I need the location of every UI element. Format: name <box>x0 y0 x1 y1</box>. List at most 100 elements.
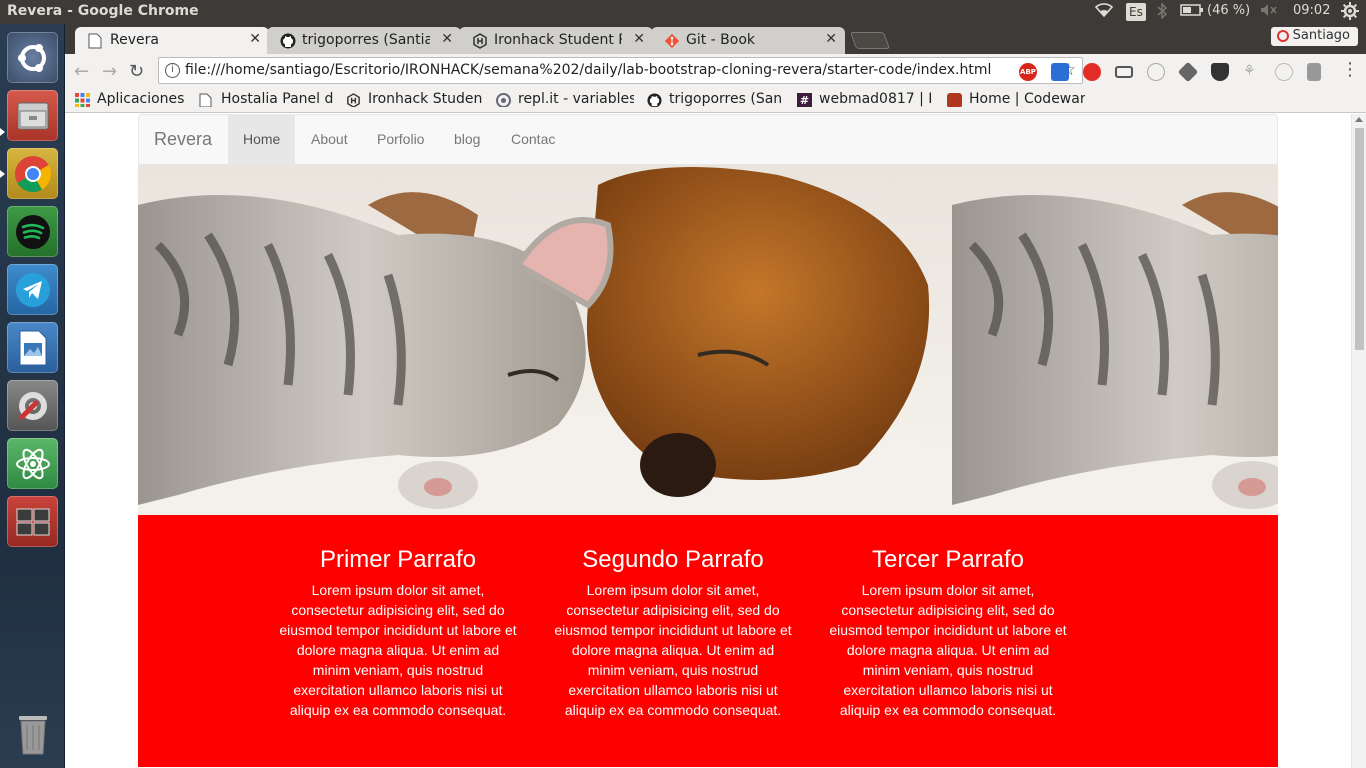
libreoffice-impress-icon[interactable] <box>7 322 58 373</box>
bookmark-slack[interactable]: # webmad0817 | Ir <box>797 91 933 107</box>
running-indicator <box>0 128 5 136</box>
session-gear-icon[interactable] <box>1341 2 1359 24</box>
bluetooth-icon[interactable] <box>1157 2 1168 23</box>
github-icon <box>280 33 296 49</box>
tab-git-book[interactable]: Git - Book ✕ <box>651 27 845 54</box>
vertical-scrollbar[interactable] <box>1351 114 1366 768</box>
nav-link-contac[interactable]: Contac <box>496 115 570 165</box>
clock[interactable]: 09:02 <box>1293 3 1330 18</box>
revera-site: Revera Home About Porfolio blog Contac P… <box>138 114 1278 767</box>
extension-box-icon[interactable] <box>1307 63 1321 81</box>
cast-extension-icon[interactable] <box>1115 66 1133 78</box>
tab-strip: Revera ✕ trigoporres (Santia ✕ Ironhack … <box>65 24 1366 54</box>
tab-label: trigoporres (Santia <box>302 32 430 48</box>
battery-percent: (46 %) <box>1207 3 1251 18</box>
trash-icon[interactable] <box>7 708 58 759</box>
nav-link-porfolio[interactable]: Porfolio <box>362 115 439 165</box>
profile-name: Santiago <box>1292 28 1350 43</box>
adblock-plus-icon[interactable]: ABP <box>1019 63 1037 81</box>
keyboard-layout-indicator[interactable]: Es <box>1126 3 1146 21</box>
close-tab-icon[interactable]: ✕ <box>249 31 261 47</box>
page-icon <box>199 93 214 107</box>
column-title: Tercer Parrafo <box>871 546 1025 573</box>
address-text: file:///home/santiago/Escritorio/IRONHAC… <box>185 62 992 78</box>
back-arrow-icon[interactable]: ← <box>74 61 89 82</box>
extension-tree-icon[interactable]: ⚘ <box>1243 63 1261 81</box>
battery-icon[interactable] <box>1180 3 1204 21</box>
page-icon <box>88 33 104 49</box>
bookmark-hostalia[interactable]: Hostalia Panel d <box>199 91 333 107</box>
layers-extension-icon[interactable] <box>1177 61 1199 83</box>
tab-label: Ironhack Student P <box>494 32 622 48</box>
close-tab-icon[interactable]: ✕ <box>441 31 453 47</box>
extension-moon-icon[interactable] <box>1275 63 1293 81</box>
info-icon[interactable]: i <box>165 63 180 78</box>
feature-column-1: Primer Parrafo Lorem ipsum dolor sit ame… <box>278 546 518 720</box>
volume-muted-icon[interactable] <box>1260 3 1278 21</box>
tab-revera[interactable]: Revera ✕ <box>75 27 269 54</box>
nav-link-about[interactable]: About <box>296 115 363 165</box>
workspace-switcher-icon[interactable] <box>7 496 58 547</box>
nav-link-home[interactable]: Home <box>228 115 296 165</box>
tab-label: Git - Book <box>686 32 756 48</box>
column-title: Primer Parrafo <box>319 546 477 573</box>
site-navbar: Revera Home About Porfolio blog Contac <box>138 114 1278 165</box>
close-tab-icon[interactable]: ✕ <box>633 31 645 47</box>
files-icon[interactable] <box>7 90 58 141</box>
nav-link-blog[interactable]: blog <box>439 115 495 165</box>
forward-arrow-icon[interactable]: → <box>102 61 117 82</box>
bookmark-label: trigoporres (San <box>669 91 783 107</box>
ubuntu-dash-icon[interactable] <box>7 32 58 83</box>
bookmarks-bar: Aplicaciones Hostalia Panel d Ironhack S… <box>65 88 1366 113</box>
extension-circle-icon[interactable] <box>1147 63 1165 81</box>
profile-icon <box>1276 30 1289 42</box>
wifi-icon[interactable] <box>1094 3 1114 21</box>
reload-icon[interactable]: ↻ <box>129 61 144 82</box>
top-panel: Revera - Google Chrome Es (46 %) 09:02 <box>0 0 1366 24</box>
telegram-icon[interactable] <box>7 264 58 315</box>
slack-icon: # <box>797 93 812 107</box>
new-tab-button[interactable] <box>849 32 891 49</box>
window-title: Revera - Google Chrome <box>7 3 199 19</box>
system-settings-icon[interactable] <box>7 380 58 431</box>
tab-github[interactable]: trigoporres (Santia ✕ <box>267 27 461 54</box>
profile-button[interactable]: Santiago <box>1270 27 1358 46</box>
bookmark-label: Hostalia Panel d <box>221 91 333 107</box>
page-viewport: Revera Home About Porfolio blog Contac P… <box>65 114 1351 768</box>
site-brand[interactable]: Revera <box>154 129 212 150</box>
ironhack-icon <box>472 33 488 49</box>
apps-grid-icon <box>75 93 90 107</box>
scroll-thumb[interactable] <box>1355 128 1364 350</box>
close-tab-icon[interactable]: ✕ <box>825 31 837 47</box>
column-title: Segundo Parrafo <box>582 546 764 573</box>
spotify-icon[interactable] <box>7 206 58 257</box>
chrome-icon[interactable] <box>7 148 58 199</box>
column-text: Lorem ipsum dolor sit amet, consectetur … <box>554 582 792 718</box>
column-text: Lorem ipsum dolor sit amet, consectetur … <box>279 582 517 718</box>
launcher <box>0 24 65 768</box>
media-extension-icon[interactable] <box>1083 63 1101 81</box>
bookmark-label: Ironhack Studen <box>368 91 482 107</box>
replit-icon <box>496 93 511 107</box>
bookmark-label: Home | Codewar <box>969 91 1085 107</box>
atom-icon[interactable] <box>7 438 58 489</box>
bookmark-ironhack[interactable]: Ironhack Studen <box>346 91 482 107</box>
kitten-puppy-photo <box>138 165 1278 515</box>
bookmark-github[interactable]: trigoporres (San <box>647 91 783 107</box>
scroll-up-arrow-icon[interactable] <box>1355 117 1363 122</box>
feature-section: Primer Parrafo Lorem ipsum dolor sit ame… <box>138 515 1278 767</box>
bookmark-codewars[interactable]: Home | Codewar <box>947 91 1085 107</box>
bookmark-replit[interactable]: repl.it - variables <box>496 91 634 107</box>
pocket-icon[interactable] <box>1211 63 1229 81</box>
chrome-menu-icon[interactable]: ⋮ <box>1341 59 1359 80</box>
bookmark-label: repl.it - variables <box>518 91 634 107</box>
tab-label: Revera <box>110 32 159 48</box>
extension-badge-icon[interactable] <box>1051 63 1069 81</box>
column-text: Lorem ipsum dolor sit amet, consectetur … <box>829 582 1067 718</box>
hero-image-strip <box>138 165 1278 515</box>
tab-ironhack[interactable]: Ironhack Student P ✕ <box>459 27 653 54</box>
bookmark-apps[interactable]: Aplicaciones <box>75 91 187 107</box>
bookmark-label: webmad0817 | Ir <box>819 91 933 107</box>
address-bar[interactable]: i file:///home/santiago/Escritorio/IRONH… <box>158 57 1083 84</box>
browser-window: Revera ✕ trigoporres (Santia ✕ Ironhack … <box>65 24 1366 768</box>
